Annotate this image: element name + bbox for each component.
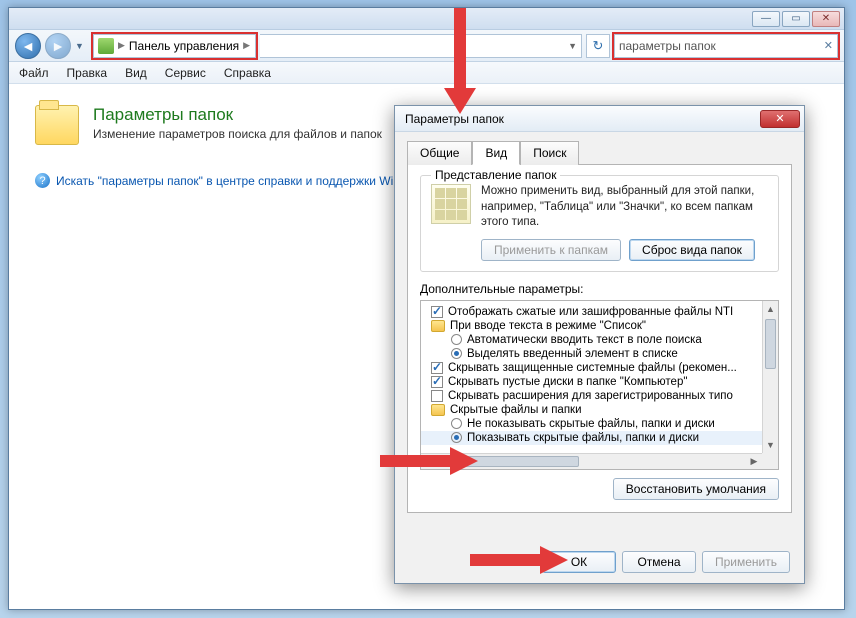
dialog-close-button[interactable]: ✕ (760, 110, 800, 128)
window-titlebar: — ▭ ✕ (9, 8, 844, 30)
radio-icon[interactable] (451, 432, 462, 443)
dialog-footer: ОК Отмена Применить (395, 541, 804, 583)
tree-item[interactable]: Скрывать расширения для зарегистрированн… (421, 389, 778, 403)
search-clear-icon[interactable]: ✕ (824, 39, 833, 52)
help-icon: ? (35, 173, 50, 188)
scroll-up-icon[interactable]: ▲ (763, 301, 778, 317)
refresh-button[interactable]: ↻ (586, 34, 610, 58)
scroll-thumb[interactable] (439, 456, 579, 467)
breadcrumb[interactable]: ▶ Панель управления ▶ (93, 34, 256, 58)
forward-button[interactable]: ► (45, 33, 71, 59)
folder-icon (431, 404, 445, 416)
page-subtitle: Изменение параметров поиска для файлов и… (93, 127, 382, 141)
folder-options-dialog: Параметры папок ✕ Общие Вид Поиск Предст… (394, 105, 805, 584)
breadcrumb-text: Панель управления (129, 39, 239, 53)
tree-item[interactable]: Скрывать защищенные системные файлы (рек… (421, 361, 778, 375)
control-panel-icon (98, 38, 114, 54)
radio-icon[interactable] (451, 418, 462, 429)
scroll-thumb[interactable] (765, 319, 776, 369)
folder-options-icon (35, 105, 79, 145)
tree-item[interactable]: При вводе текста в режиме "Список" (421, 319, 778, 333)
scroll-left-icon[interactable]: ◀ (421, 454, 437, 469)
radio-icon[interactable] (451, 334, 462, 345)
tab-view[interactable]: Вид (472, 141, 520, 165)
scrollbar-horizontal[interactable]: ◀ ▶ (421, 453, 762, 469)
checkbox-icon[interactable] (431, 362, 443, 374)
ok-button[interactable]: ОК (542, 551, 616, 573)
tree-item-show-hidden[interactable]: Показывать скрытые файлы, папки и диски (421, 431, 778, 445)
dialog-tabs: Общие Вид Поиск (407, 140, 792, 164)
back-button[interactable]: ◄ (15, 33, 41, 59)
apply-button[interactable]: Применить (702, 551, 790, 573)
tab-panel-view: Представление папок Можно применить вид,… (407, 164, 792, 513)
nav-bar: ◄ ► ▼ ▶ Панель управления ▶ ▼ ↻ параметр… (9, 30, 844, 62)
folder-presentation-group: Представление папок Можно применить вид,… (420, 175, 779, 272)
nav-history-dropdown[interactable]: ▼ (75, 41, 89, 51)
help-link-text: Искать "параметры папок" в центре справк… (56, 174, 400, 188)
reset-folders-button[interactable]: Сброс вида папок (629, 239, 755, 261)
menu-view[interactable]: Вид (125, 66, 147, 80)
scroll-corner (762, 453, 778, 469)
tree-item[interactable]: Не показывать скрытые файлы, папки и дис… (421, 417, 778, 431)
breadcrumb-sep-icon: ▶ (118, 40, 125, 51)
dialog-titlebar: Параметры папок ✕ (395, 106, 804, 132)
restore-defaults-button[interactable]: Восстановить умолчания (613, 478, 779, 500)
maximize-button[interactable]: ▭ (782, 11, 810, 27)
address-bar[interactable]: ▼ (260, 34, 582, 58)
group-title: Представление папок (431, 168, 560, 182)
scrollbar-vertical[interactable]: ▲ ▼ (762, 301, 778, 453)
presentation-text: Можно применить вид, выбранный для этой … (481, 184, 768, 231)
checkbox-icon[interactable] (431, 376, 443, 388)
advanced-settings-tree[interactable]: Отображать сжатые или зашифрованные файл… (420, 300, 779, 470)
search-input[interactable]: параметры папок ✕ (614, 34, 838, 58)
folder-icon (431, 320, 445, 332)
menu-bar: Файл Правка Вид Сервис Справка (9, 62, 844, 84)
checkbox-icon[interactable] (431, 306, 443, 318)
close-button[interactable]: ✕ (812, 11, 840, 27)
tree-item[interactable]: Автоматически вводить текст в поле поиск… (421, 333, 778, 347)
search-value: параметры папок (619, 39, 716, 53)
minimize-button[interactable]: — (752, 11, 780, 27)
scroll-right-icon[interactable]: ▶ (746, 454, 762, 469)
radio-icon[interactable] (451, 348, 462, 359)
tree-item[interactable]: Выделять введенный элемент в списке (421, 347, 778, 361)
menu-help[interactable]: Справка (224, 66, 271, 80)
menu-file[interactable]: Файл (19, 66, 49, 80)
menu-edit[interactable]: Правка (67, 66, 108, 80)
advanced-label: Дополнительные параметры: (420, 282, 779, 296)
cancel-button[interactable]: Отмена (622, 551, 696, 573)
apply-to-folders-button[interactable]: Применить к папкам (481, 239, 621, 261)
tab-search[interactable]: Поиск (520, 141, 579, 165)
tab-general[interactable]: Общие (407, 141, 472, 165)
menu-service[interactable]: Сервис (165, 66, 206, 80)
breadcrumb-sep-icon: ▶ (243, 40, 250, 51)
checkbox-icon[interactable] (431, 390, 443, 402)
tree-item[interactable]: Скрывать пустые диски в папке "Компьютер… (421, 375, 778, 389)
tree-item[interactable]: Скрытые файлы и папки (421, 403, 778, 417)
folder-views-icon (431, 184, 471, 224)
address-dropdown-icon[interactable]: ▼ (568, 41, 577, 51)
dialog-title: Параметры папок (405, 112, 504, 126)
tree-item[interactable]: Отображать сжатые или зашифрованные файл… (421, 305, 778, 319)
scroll-down-icon[interactable]: ▼ (763, 437, 778, 453)
page-title: Параметры папок (93, 105, 382, 125)
